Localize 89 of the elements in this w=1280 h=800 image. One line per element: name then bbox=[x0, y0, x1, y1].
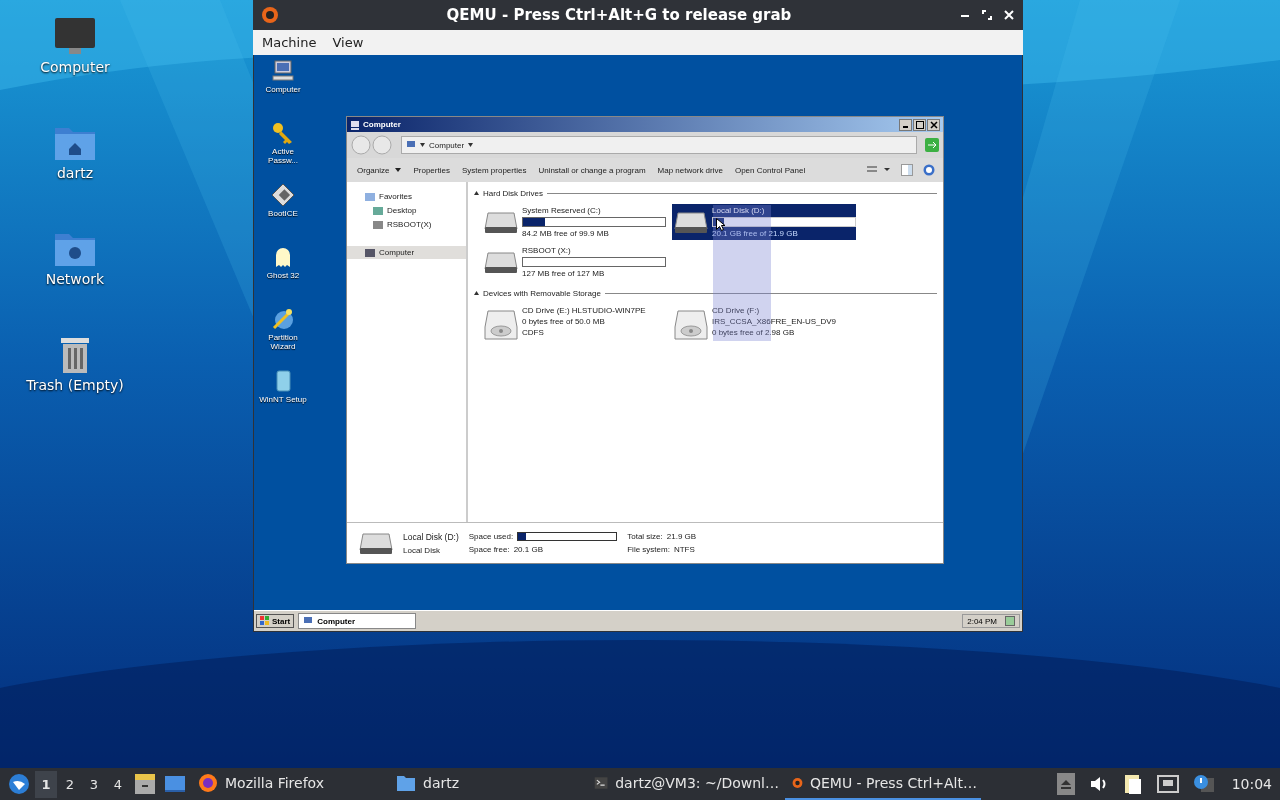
cd-drive-icon bbox=[484, 309, 518, 341]
nav-item[interactable]: Computer bbox=[347, 246, 466, 259]
eject-icon[interactable] bbox=[1056, 773, 1075, 795]
close-icon[interactable] bbox=[1003, 9, 1015, 21]
maximize-button[interactable] bbox=[913, 118, 926, 131]
floppy-icon[interactable] bbox=[271, 183, 295, 207]
workspace-button[interactable]: 3 bbox=[83, 770, 105, 798]
key-icon[interactable] bbox=[271, 121, 295, 145]
desktop-window-icon[interactable] bbox=[164, 773, 186, 795]
drive-item[interactable]: System Reserved (C:) 84.2 MB free of 99.9 MB bbox=[482, 204, 666, 240]
desktop-icon-label[interactable]: Network bbox=[45, 271, 105, 287]
desktop-icon-label[interactable]: Partition Wizard bbox=[258, 333, 308, 352]
monitor-icon[interactable] bbox=[53, 16, 97, 56]
workspace-button[interactable]: 4 bbox=[107, 770, 129, 798]
toolbar-button[interactable]: Organize bbox=[351, 163, 408, 177]
desktop-icon-label[interactable]: BootICE bbox=[258, 209, 308, 219]
field-label: File system: bbox=[627, 545, 670, 554]
toolbar-button[interactable]: Uninstall or change a program bbox=[532, 163, 652, 177]
refresh-icon[interactable] bbox=[925, 138, 939, 152]
taskbar-button[interactable]: QEMU - Press Ctrl+Alt… bbox=[785, 768, 981, 800]
tray-icon[interactable] bbox=[1005, 616, 1015, 626]
address-text: Computer bbox=[429, 140, 465, 150]
collapse-caret-icon[interactable] bbox=[474, 191, 479, 195]
file-cabinet-icon[interactable] bbox=[134, 773, 156, 795]
toolbar-button[interactable]: Properties bbox=[407, 163, 456, 177]
drive-item[interactable]: RSBOOT (X:) 127 MB free of 127 MB bbox=[482, 244, 666, 280]
field-value: 20.1 GB bbox=[513, 545, 543, 554]
toolbar-button[interactable]: Open Control Panel bbox=[728, 163, 812, 177]
toolbar-button[interactable]: System properties bbox=[455, 163, 533, 177]
drive-item[interactable]: CD Drive (F:) IRS_CCSA_X86FRE_EN-US_DV9 0 bytes free of 2.98 GB bbox=[672, 304, 856, 343]
browser-icon bbox=[198, 773, 218, 793]
workspace-button[interactable]: 2 bbox=[59, 770, 81, 798]
mouse-cursor-icon bbox=[716, 218, 725, 231]
desktop-icon-label[interactable]: dartz bbox=[56, 165, 94, 181]
taskbar-button[interactable]: Computer bbox=[298, 613, 417, 629]
menu-item[interactable]: View bbox=[332, 35, 364, 50]
close-icon bbox=[929, 120, 938, 129]
hard-drive-icon bbox=[484, 209, 518, 235]
drive-name: Local Disk (D:) bbox=[403, 531, 459, 542]
group-header[interactable]: Hard Disk Drives bbox=[483, 188, 543, 198]
caret-icon[interactable] bbox=[468, 143, 474, 147]
flag-icon bbox=[260, 616, 270, 626]
maximize-icon bbox=[915, 120, 924, 129]
window-title: QEMU - Press Ctrl+Alt+G to release grab bbox=[445, 6, 793, 24]
preview-pane-icon[interactable] bbox=[901, 164, 913, 176]
close-button[interactable] bbox=[927, 118, 940, 131]
taskbar-button[interactable]: Mozilla Firefox bbox=[191, 768, 387, 800]
app-menu-icon[interactable] bbox=[8, 773, 30, 795]
collapse-caret-icon[interactable] bbox=[474, 291, 479, 295]
clock: 10:04 bbox=[1231, 776, 1272, 792]
network-icon[interactable] bbox=[1156, 774, 1179, 794]
caret-icon[interactable] bbox=[420, 143, 425, 147]
help-icon[interactable] bbox=[923, 164, 935, 176]
desktop-icon-label[interactable]: Trash (Empty) bbox=[26, 377, 124, 393]
address-field[interactable]: Computer bbox=[401, 136, 917, 154]
desktop-icon-label[interactable]: Computer bbox=[258, 85, 308, 95]
minimize-button[interactable] bbox=[899, 118, 912, 131]
drive-type: Local Disk bbox=[403, 545, 441, 555]
group-header[interactable]: Devices with Removable Storage bbox=[483, 288, 601, 298]
nav-item[interactable]: Desktop bbox=[347, 204, 466, 217]
nav-item[interactable]: RSBOOT(X) bbox=[347, 218, 466, 231]
cd-drive-icon bbox=[674, 309, 708, 341]
hard-drive-icon bbox=[484, 249, 518, 275]
clipboard-icon[interactable] bbox=[1122, 773, 1143, 795]
taskbar-button[interactable]: dartz bbox=[389, 768, 585, 800]
field-value: 21.9 GB bbox=[666, 532, 697, 541]
desktop-icon-label[interactable]: WinNT Setup bbox=[258, 395, 308, 405]
wand-icon[interactable] bbox=[271, 307, 295, 331]
notification-icon[interactable] bbox=[1192, 774, 1215, 794]
field-value: NTFS bbox=[673, 545, 695, 554]
workspace-button[interactable]: 1 bbox=[35, 770, 57, 798]
minimize-icon bbox=[903, 126, 908, 128]
menu-item[interactable]: Machine bbox=[262, 35, 317, 50]
drive-item[interactable]: CD Drive (E:) HLSTUDIO-WIN7PE 0 bytes free of 50.0 MB CDFS bbox=[482, 304, 666, 343]
start-button[interactable]: Start bbox=[256, 614, 295, 628]
desktop-icon-label[interactable]: Active Passw... bbox=[258, 147, 308, 166]
taskbar-button[interactable]: dartz@VM3: ~/Downl… bbox=[587, 768, 783, 800]
hard-drive-icon bbox=[674, 209, 708, 235]
field-label: Total size: bbox=[627, 532, 663, 541]
field-label: Space used: bbox=[468, 532, 514, 541]
maximize-icon[interactable] bbox=[981, 9, 993, 21]
toolbar-button[interactable]: Map network drive bbox=[651, 163, 729, 177]
clock: 2:04 PM bbox=[967, 616, 997, 626]
field-label: Space free: bbox=[468, 545, 510, 554]
window-title: Computer bbox=[363, 120, 402, 129]
drive-item[interactable]: Local Disk (D:) 20.1 GB free of 21.9 GB bbox=[672, 204, 856, 240]
view-options-icon[interactable] bbox=[867, 165, 891, 175]
nav-item[interactable]: Favorites bbox=[347, 190, 466, 203]
desktop-icon-label[interactable]: Ghost 32 bbox=[258, 271, 308, 281]
